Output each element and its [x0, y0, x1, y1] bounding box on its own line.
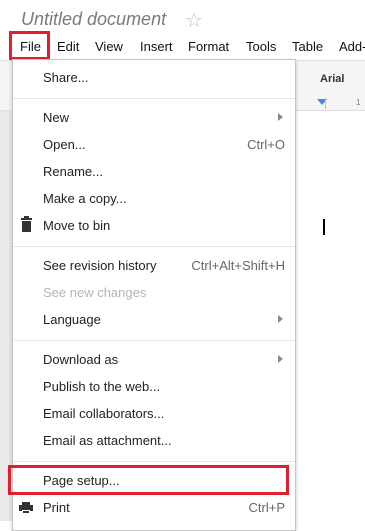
menu-item-publish[interactable]: Publish to the web... — [13, 374, 295, 400]
menu-item-label: Move to bin — [43, 218, 111, 233]
menu-item-shortcut: Ctrl+Alt+Shift+H — [191, 258, 285, 273]
menu-item-email-collaborators[interactable]: Email collaborators... — [13, 401, 295, 427]
ruler-scale — [325, 98, 356, 109]
menu-view[interactable]: View — [95, 39, 123, 54]
menu-item-shortcut: Ctrl+O — [247, 137, 285, 152]
menu-divider — [13, 340, 295, 341]
menu-item-download-as[interactable]: Download as — [13, 347, 295, 373]
menu-item-label: Email collaborators... — [43, 406, 165, 421]
menu-item-label: New — [43, 110, 70, 125]
printer-icon — [19, 502, 33, 514]
trash-icon — [21, 216, 32, 232]
menu-item-new-changes: See new changes — [13, 280, 295, 306]
menu-edit[interactable]: Edit — [57, 39, 79, 54]
menu-item-label: Language — [43, 312, 101, 327]
menu-item-label: Make a copy... — [43, 191, 127, 206]
menu-item-label: Email as attachment... — [43, 433, 172, 448]
document-page[interactable] — [290, 111, 365, 521]
menu-item-label: Download as — [43, 352, 119, 367]
ruler-tick-label: 1 — [356, 98, 361, 107]
menu-table[interactable]: Table — [292, 39, 323, 54]
menu-item-label: See new changes — [43, 285, 147, 300]
menu-insert[interactable]: Insert — [140, 39, 173, 54]
menu-divider — [13, 98, 295, 99]
menu-item-make-copy[interactable]: Make a copy... — [13, 186, 295, 212]
menu-item-label: Open... — [43, 137, 86, 152]
menu-item-label: Rename... — [43, 164, 103, 179]
menu-divider — [13, 461, 295, 462]
menu-item-rename[interactable]: Rename... — [13, 159, 295, 185]
menu-item-share[interactable]: Share... — [13, 65, 295, 91]
menu-item-move-to-bin[interactable]: Move to bin — [13, 213, 295, 239]
document-title[interactable]: Untitled document — [21, 9, 166, 30]
text-cursor — [323, 219, 325, 235]
menu-item-print[interactable]: Print Ctrl+P — [13, 495, 295, 521]
file-menu-dropdown: Share... New Open... Ctrl+O Rename... Ma… — [12, 59, 296, 531]
file-menu-highlight — [9, 31, 50, 60]
menu-item-open[interactable]: Open... Ctrl+O — [13, 132, 295, 158]
menu-item-label: See revision history — [43, 258, 157, 273]
submenu-arrow-icon — [278, 113, 283, 121]
menu-item-new[interactable]: New — [13, 105, 295, 131]
menu-item-label: Share... — [43, 70, 89, 85]
menu-item-revision-history[interactable]: See revision history Ctrl+Alt+Shift+H — [13, 253, 295, 279]
menu-item-label: Publish to the web... — [43, 379, 161, 394]
submenu-arrow-icon — [278, 355, 283, 363]
submenu-arrow-icon — [278, 315, 283, 323]
menu-addons[interactable]: Add- — [339, 39, 365, 54]
page-setup-highlight — [8, 465, 289, 495]
menu-item-email-attachment[interactable]: Email as attachment... — [13, 428, 295, 454]
menu-divider — [13, 246, 295, 247]
font-name-select[interactable]: Arial — [320, 73, 344, 85]
title-bar: Untitled document ☆ — [0, 0, 365, 34]
menu-item-label: Print — [43, 500, 70, 515]
menu-item-shortcut: Ctrl+P — [248, 500, 285, 515]
menu-tools[interactable]: Tools — [246, 39, 276, 54]
menu-format[interactable]: Format — [188, 39, 229, 54]
star-icon[interactable]: ☆ — [185, 8, 203, 33]
menu-bar: File Edit View Insert Format Tools Table… — [0, 34, 365, 58]
menu-item-language[interactable]: Language — [13, 307, 295, 333]
